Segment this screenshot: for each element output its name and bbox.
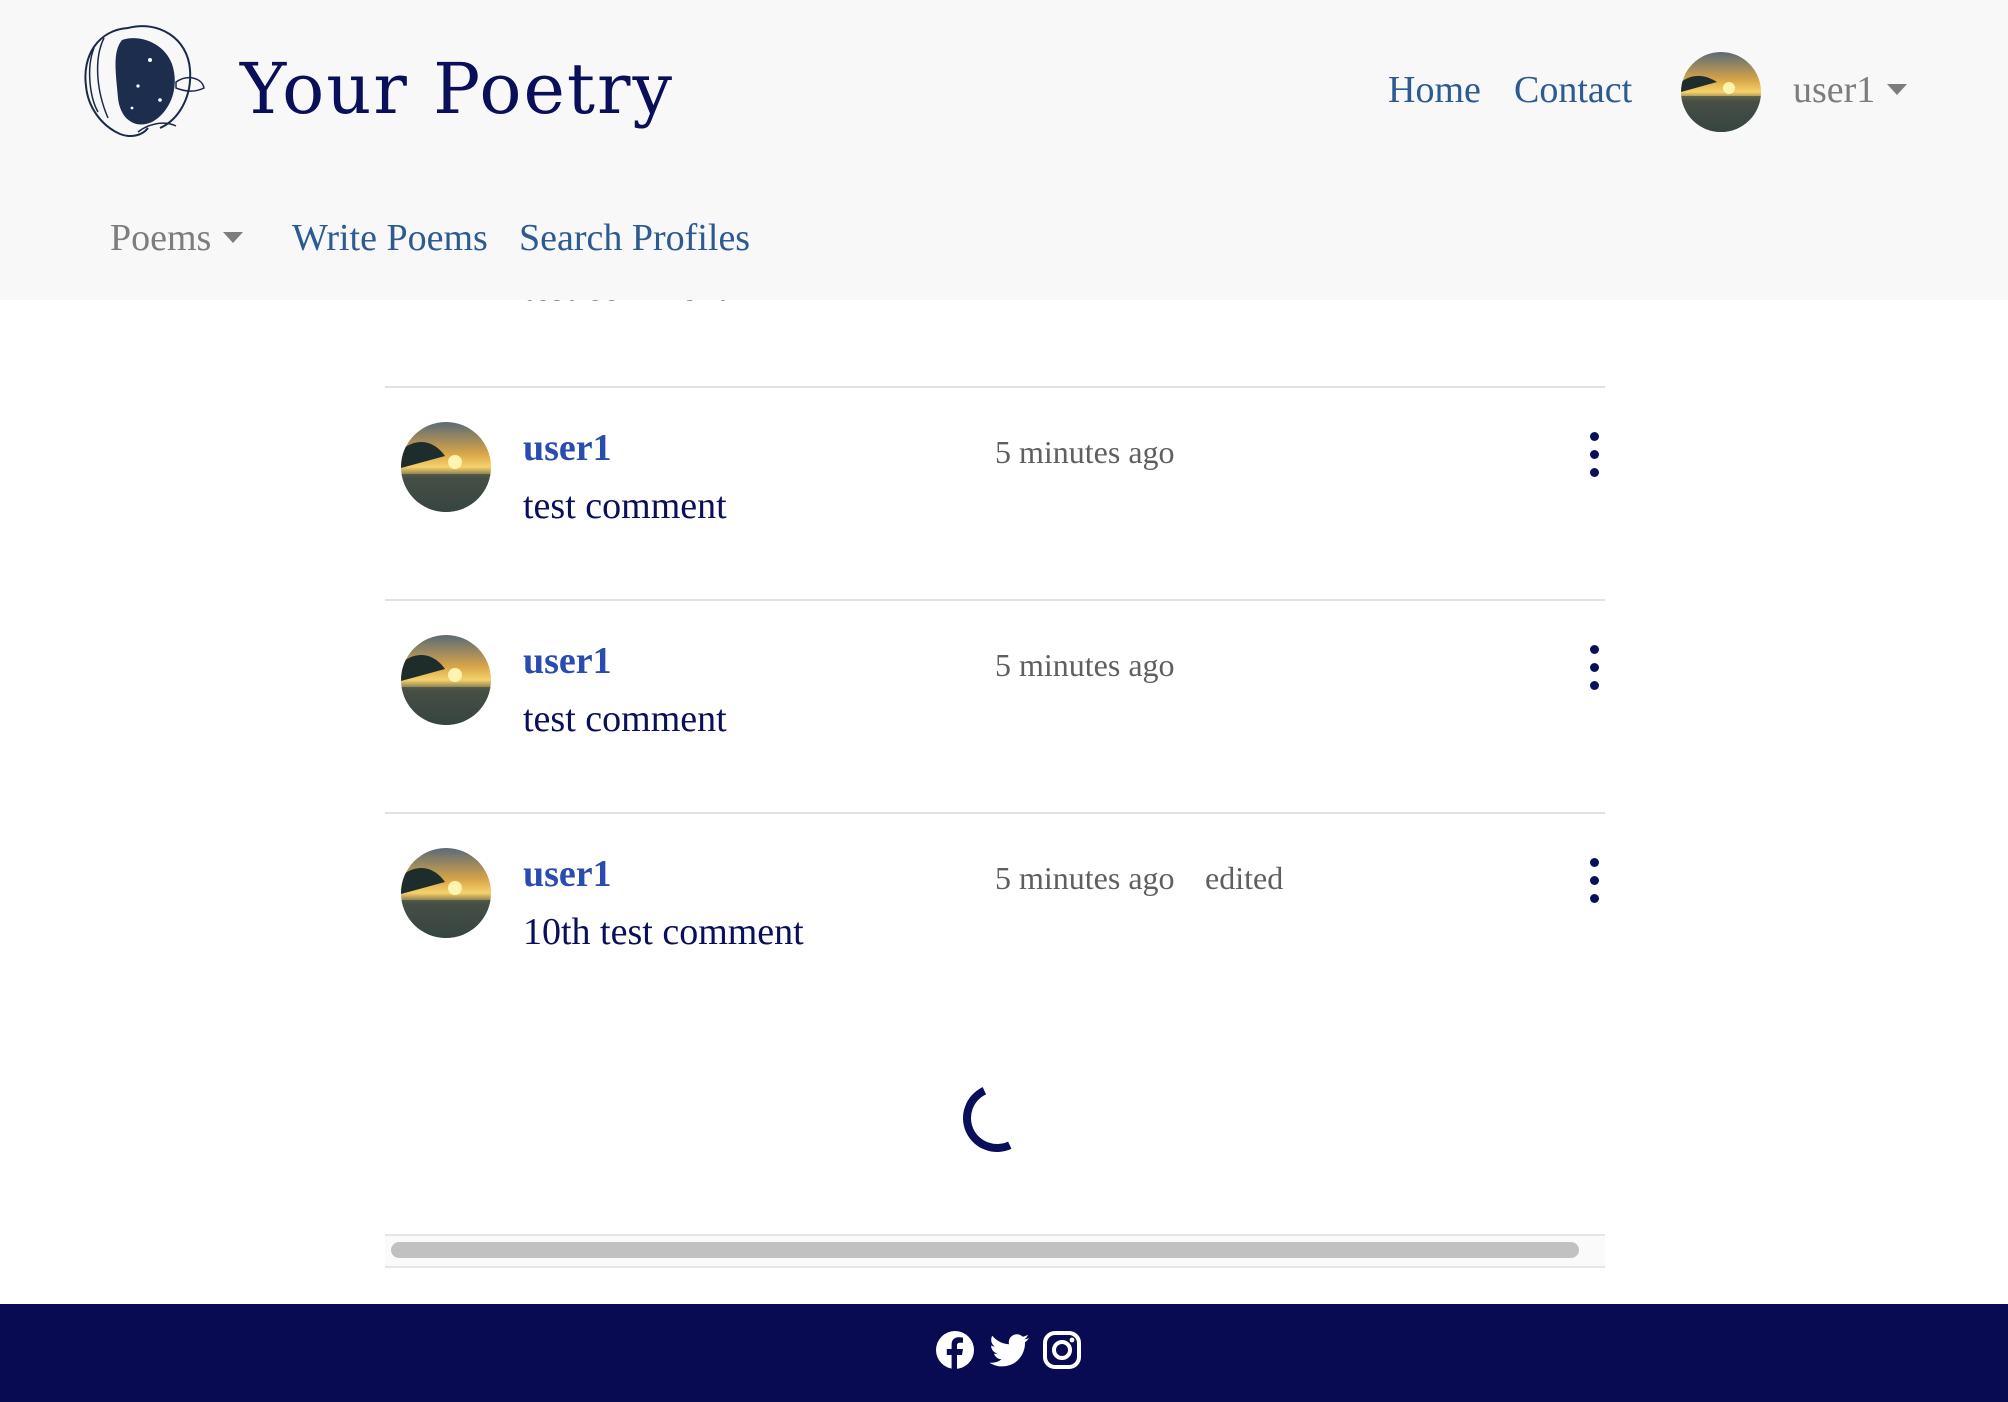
loading-spinner — [953, 1074, 1041, 1162]
comment-username[interactable]: user1 — [523, 639, 612, 683]
nav-home-link[interactable]: Home — [1388, 68, 1481, 112]
comment-avatar[interactable] — [401, 635, 491, 725]
more-options-icon[interactable] — [1585, 432, 1605, 478]
comment-timestamp: 5 minutes ago — [995, 434, 1175, 470]
comment-username[interactable]: user1 — [523, 852, 612, 896]
poems-dropdown-label: Poems — [110, 217, 212, 259]
brand-title[interactable]: Your Poetry — [240, 48, 674, 130]
comment-item: user1 5 minutes ago test comment — [385, 601, 1605, 813]
comment-timestamp: 5 minutes ago — [995, 647, 1175, 683]
facebook-icon[interactable] — [935, 1330, 975, 1370]
comment-username[interactable]: user1 — [523, 426, 612, 470]
navbar: Your Poetry Home Contact user1 Poems Wri… — [0, 0, 2008, 300]
comment-edited-label: edited — [1205, 860, 1284, 896]
comment-text: 10th test comment — [523, 911, 804, 953]
comment-text: test comment — [523, 485, 727, 527]
brand-logo[interactable] — [68, 8, 210, 146]
twitter-icon[interactable] — [989, 1330, 1031, 1370]
comment-text: test comment — [523, 698, 727, 740]
comment-item: user1 5 minutes ago edited 10th test com… — [385, 814, 1605, 1026]
user-avatar[interactable] — [1681, 52, 1761, 132]
footer — [0, 1304, 2008, 1402]
comment-item: user1 5 minutes ago test comment — [385, 388, 1605, 600]
scrollbar-thumb[interactable] — [391, 1242, 1579, 1258]
nav-contact-link[interactable]: Contact — [1514, 68, 1632, 112]
user-dropdown[interactable]: user1 — [1793, 68, 1908, 112]
poems-dropdown[interactable]: Poems — [110, 216, 244, 260]
comment-avatar[interactable] — [401, 848, 491, 938]
chevron-down-icon — [223, 231, 244, 243]
chevron-down-icon — [1887, 83, 1908, 95]
nav-search-profiles-link[interactable]: Search Profiles — [519, 216, 750, 260]
nav-write-poems-link[interactable]: Write Poems — [292, 216, 488, 260]
instagram-icon[interactable] — [1042, 1330, 1082, 1370]
horizontal-scrollbar[interactable] — [385, 1234, 1605, 1268]
more-options-icon[interactable] — [1585, 858, 1605, 904]
user-dropdown-label: user1 — [1793, 69, 1876, 111]
comment-avatar[interactable] — [401, 422, 491, 512]
comment-timestamp: 5 minutes ago — [995, 860, 1175, 896]
more-options-icon[interactable] — [1585, 645, 1605, 691]
